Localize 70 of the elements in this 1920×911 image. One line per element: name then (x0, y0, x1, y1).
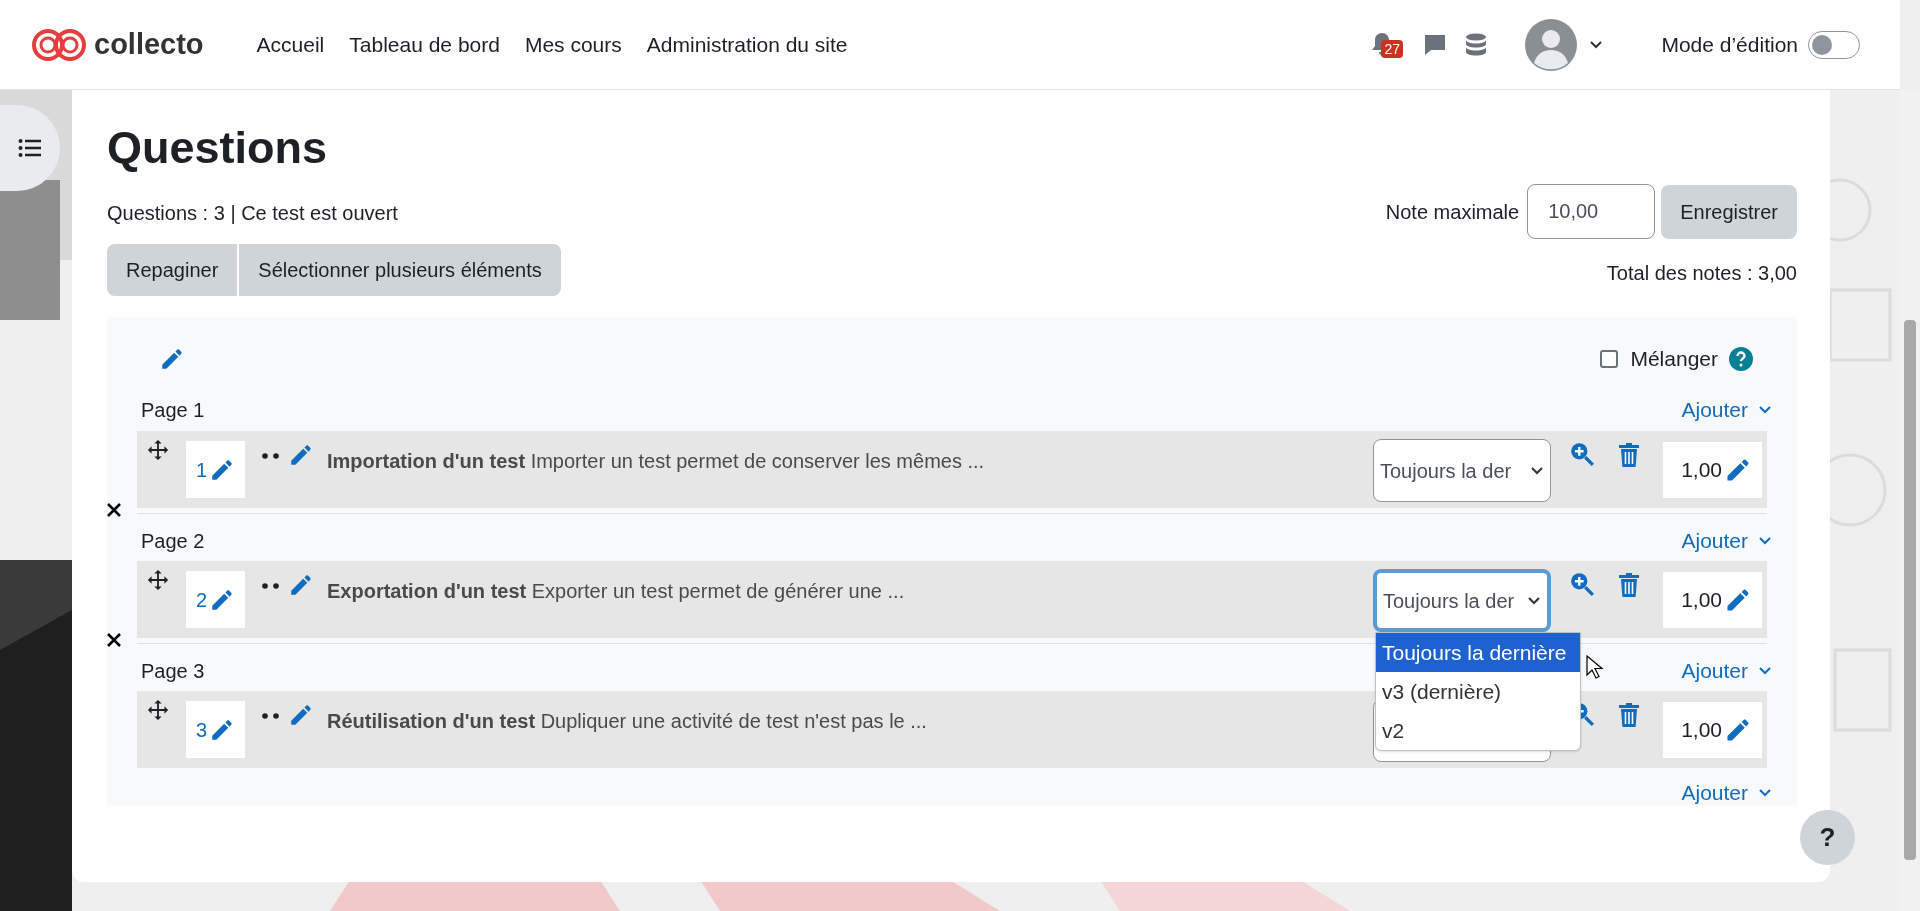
nav-link[interactable]: Tableau de bord (349, 28, 500, 61)
question-text: Réutilisation d'un test Dupliquer une activité de test n'est pas le ... (327, 709, 927, 734)
shuffle-checkbox[interactable] (1600, 349, 1619, 368)
page-label: Page 2 (141, 528, 205, 554)
help-icon[interactable] (1729, 346, 1753, 371)
shuffle-label: Mélanger (1630, 345, 1718, 372)
chevron-down-icon (1589, 39, 1604, 50)
question-text: Importation d'un test Importer un test permet de conserver les mêmes ... (327, 449, 985, 474)
add-menu-link[interactable]: Ajouter (1681, 524, 1772, 557)
question-text: Exportation d'un test Exporter un test permet de générer une ... (327, 579, 905, 604)
quiz-summary: Questions : 3 | Ce test est ouvert (107, 201, 399, 226)
chevron-down-icon (1527, 595, 1541, 606)
grade-total: Total des notes : 3,00 (1606, 261, 1797, 286)
notification-count: 27 (1381, 39, 1403, 58)
notification-button[interactable]: 27 (1371, 29, 1402, 60)
toolbar-button[interactable]: Sélectionner plusieurs éléments (239, 244, 561, 296)
question-mark-value[interactable]: 1,00 (1681, 454, 1722, 486)
version-select[interactable]: Toujours la der (1373, 569, 1551, 632)
pencil-icon[interactable] (288, 442, 314, 468)
add-menu-link[interactable]: Ajouter (1681, 777, 1772, 809)
max-grade-field[interactable]: 10,00 (1527, 184, 1656, 239)
trash-icon[interactable] (1618, 573, 1640, 597)
drag-dots-icon (262, 453, 280, 459)
nav-link[interactable]: Accueil (256, 28, 325, 61)
avatar[interactable] (1525, 18, 1578, 71)
add-menu-link[interactable]: Ajouter (1681, 394, 1772, 426)
question-mark-value[interactable]: 1,00 (1681, 714, 1722, 746)
version-option[interactable]: Toujours la dernière (1376, 633, 1580, 672)
zoom-in-icon[interactable] (1569, 441, 1595, 467)
move-icon[interactable] (147, 439, 169, 461)
nav-link[interactable]: Administration du site (646, 28, 848, 61)
chevron-down-icon (1758, 405, 1772, 415)
move-icon[interactable] (147, 569, 169, 591)
list-icon (18, 138, 42, 158)
page-title: Questions (107, 121, 329, 175)
trash-icon[interactable] (1618, 703, 1640, 727)
edit-mode-label: Mode d’édition (1661, 31, 1798, 58)
close-icon[interactable] (106, 632, 122, 648)
save-button[interactable]: Enregistrer (1661, 184, 1797, 239)
chat-icon[interactable] (1423, 32, 1448, 57)
chevron-down-icon (1758, 535, 1772, 546)
chevron-down-icon (1530, 465, 1544, 476)
slot-number[interactable]: 2 (195, 584, 208, 615)
version-option[interactable]: v3 (dernière) (1376, 672, 1580, 711)
max-grade-label: Note maximale (1385, 199, 1520, 225)
move-icon[interactable] (147, 699, 169, 721)
database-icon[interactable] (1465, 32, 1488, 57)
edit-mode-toggle[interactable] (1808, 30, 1860, 59)
version-select[interactable]: Toujours la der (1373, 439, 1551, 502)
brand-name[interactable]: collecto (94, 22, 204, 67)
nav-link[interactable]: Mes cours (524, 28, 622, 61)
toolbar-button[interactable]: Repaginer (107, 244, 238, 296)
page-label: Page 1 (141, 398, 205, 423)
pencil-icon[interactable] (288, 572, 314, 598)
version-option[interactable]: v2 (1376, 711, 1580, 750)
chevron-down-icon (1758, 788, 1772, 798)
pencil-icon[interactable] (288, 702, 314, 728)
chevron-down-icon (1758, 665, 1772, 676)
mouse-pointer-icon (1586, 655, 1604, 679)
question-mark-value[interactable]: 1,00 (1681, 584, 1722, 616)
drag-dots-icon (262, 583, 280, 589)
close-icon[interactable] (106, 502, 122, 518)
zoom-in-icon[interactable] (1569, 571, 1595, 597)
add-menu-link[interactable]: Ajouter (1681, 654, 1772, 687)
trash-icon[interactable] (1618, 443, 1640, 467)
logo-icon (30, 26, 88, 63)
slot-number[interactable]: 1 (195, 454, 208, 485)
drag-dots-icon (262, 713, 280, 719)
page-label: Page 3 (141, 658, 205, 684)
slot-number[interactable]: 3 (195, 714, 208, 745)
